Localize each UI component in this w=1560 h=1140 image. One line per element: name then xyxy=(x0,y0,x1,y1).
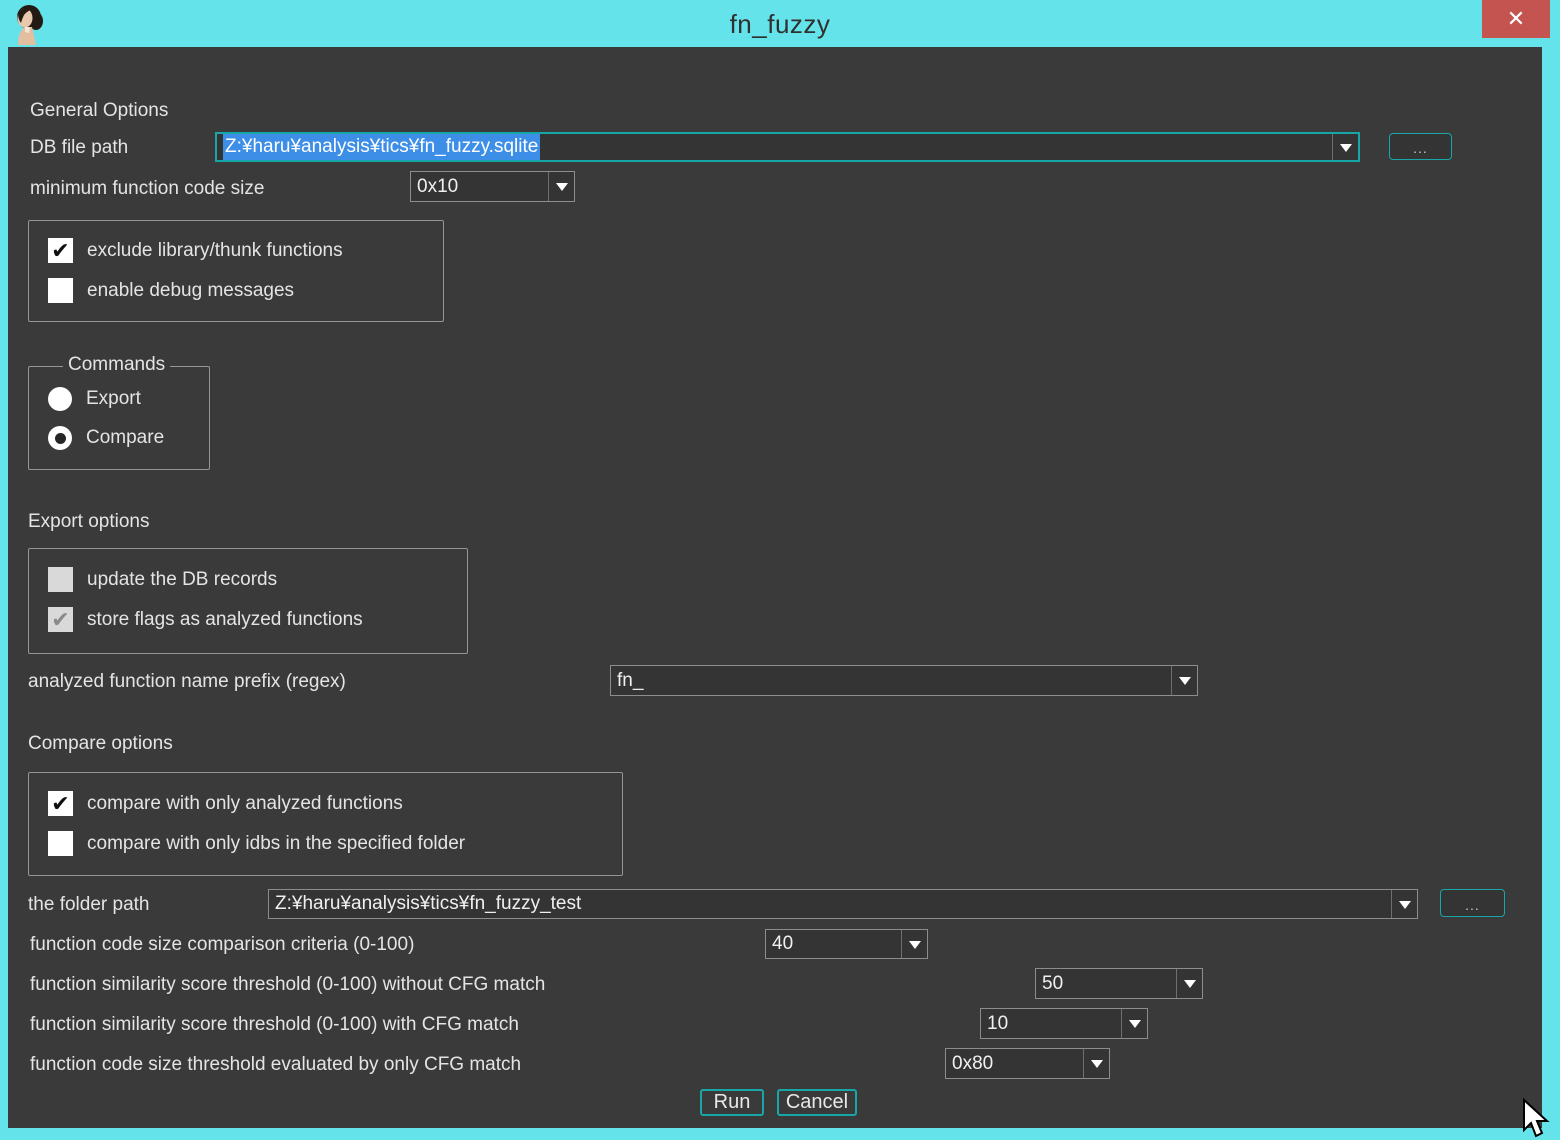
threshold-without-cfg-label: function similarity score threshold (0-1… xyxy=(30,972,545,997)
export-checkbox-group xyxy=(28,548,468,654)
chevron-down-icon[interactable] xyxy=(1171,666,1197,695)
threshold-with-cfg-value[interactable]: 10 xyxy=(981,1009,1121,1038)
close-button[interactable]: ✕ xyxy=(1482,0,1550,38)
threshold-with-cfg-combobox[interactable]: 10 xyxy=(980,1008,1148,1039)
store-flags-row: ✔ store flags as analyzed functions xyxy=(48,607,363,632)
code-size-threshold-value[interactable]: 0x80 xyxy=(946,1049,1083,1078)
enable-debug-label: enable debug messages xyxy=(87,280,294,302)
cancel-button[interactable]: Cancel xyxy=(777,1089,857,1116)
compare-analyzed-checkbox[interactable]: ✔ xyxy=(48,791,73,816)
titlebar[interactable]: fn_fuzzy ✕ xyxy=(0,0,1560,47)
folder-path-browse-button[interactable]: ... xyxy=(1440,889,1505,917)
compare-idbs-checkbox[interactable]: ✔ xyxy=(48,831,73,856)
criteria-value[interactable]: 40 xyxy=(766,930,901,958)
export-radio-row: Export xyxy=(48,387,141,411)
code-size-threshold-label: function code size threshold evaluated b… xyxy=(30,1052,521,1077)
compare-options-heading: Compare options xyxy=(28,731,173,756)
prefix-label: analyzed function name prefix (regex) xyxy=(28,669,346,694)
enable-debug-row: ✔ enable debug messages xyxy=(48,278,294,303)
chevron-down-icon[interactable] xyxy=(1083,1049,1109,1078)
compare-radio[interactable] xyxy=(48,426,72,450)
exclude-library-checkbox[interactable]: ✔ xyxy=(48,238,73,263)
folder-path-combobox[interactable]: Z:¥haru¥analysis¥tics¥fn_fuzzy_test xyxy=(268,889,1418,919)
min-code-size-label: minimum function code size xyxy=(30,176,264,201)
db-file-path-value[interactable]: Z:¥haru¥analysis¥tics¥fn_fuzzy.sqlite xyxy=(217,134,1332,160)
db-path-browse-button[interactable]: ... xyxy=(1389,133,1452,160)
update-db-row: ✔ update the DB records xyxy=(48,567,277,592)
compare-radio-row: Compare xyxy=(48,426,164,450)
chevron-down-icon[interactable] xyxy=(548,172,574,201)
update-db-label: update the DB records xyxy=(87,569,277,591)
criteria-label: function code size comparison criteria (… xyxy=(30,932,414,957)
min-code-size-combobox[interactable]: 0x10 xyxy=(410,171,575,202)
threshold-with-cfg-label: function similarity score threshold (0-1… xyxy=(30,1012,519,1037)
commands-group: Commands xyxy=(28,366,210,470)
min-code-size-value[interactable]: 0x10 xyxy=(411,172,548,201)
chevron-down-icon[interactable] xyxy=(901,930,927,958)
export-radio[interactable] xyxy=(48,387,72,411)
commands-group-legend: Commands xyxy=(63,354,170,376)
exclude-library-label: exclude library/thunk functions xyxy=(87,240,343,262)
compare-idbs-label: compare with only idbs in the specified … xyxy=(87,833,465,855)
export-options-heading: Export options xyxy=(28,509,149,534)
compare-checkbox-group xyxy=(28,772,623,876)
chevron-down-icon[interactable] xyxy=(1121,1009,1147,1038)
store-flags-label: store flags as analyzed functions xyxy=(87,609,363,631)
export-radio-label: Export xyxy=(86,388,141,410)
chevron-down-icon[interactable] xyxy=(1391,890,1417,918)
compare-analyzed-row: ✔ compare with only analyzed functions xyxy=(48,791,403,816)
code-size-threshold-combobox[interactable]: 0x80 xyxy=(945,1048,1110,1079)
compare-radio-label: Compare xyxy=(86,427,164,449)
run-button[interactable]: Run xyxy=(700,1089,764,1116)
enable-debug-checkbox[interactable]: ✔ xyxy=(48,278,73,303)
chevron-down-icon[interactable] xyxy=(1332,134,1358,160)
db-file-path-label: DB file path xyxy=(30,135,128,160)
compare-idbs-row: ✔ compare with only idbs in the specifie… xyxy=(48,831,465,856)
threshold-without-cfg-value[interactable]: 50 xyxy=(1036,969,1176,998)
compare-analyzed-label: compare with only analyzed functions xyxy=(87,793,403,815)
update-db-checkbox[interactable]: ✔ xyxy=(48,567,73,592)
fn-fuzzy-dialog: fn_fuzzy ✕ General Options DB file path … xyxy=(0,0,1560,1140)
threshold-without-cfg-combobox[interactable]: 50 xyxy=(1035,968,1203,999)
criteria-combobox[interactable]: 40 xyxy=(765,929,928,959)
chevron-down-icon[interactable] xyxy=(1176,969,1202,998)
exclude-library-row: ✔ exclude library/thunk functions xyxy=(48,238,343,263)
window-title: fn_fuzzy xyxy=(0,9,1560,40)
prefix-value[interactable]: fn_ xyxy=(611,666,1171,695)
folder-path-label: the folder path xyxy=(28,892,149,917)
folder-path-value[interactable]: Z:¥haru¥analysis¥tics¥fn_fuzzy_test xyxy=(269,890,1391,918)
general-checkbox-group xyxy=(28,220,444,322)
general-options-heading: General Options xyxy=(30,98,168,123)
store-flags-checkbox[interactable]: ✔ xyxy=(48,607,73,632)
db-file-path-combobox[interactable]: Z:¥haru¥analysis¥tics¥fn_fuzzy.sqlite xyxy=(215,132,1360,162)
prefix-combobox[interactable]: fn_ xyxy=(610,665,1198,696)
close-icon: ✕ xyxy=(1507,8,1525,30)
